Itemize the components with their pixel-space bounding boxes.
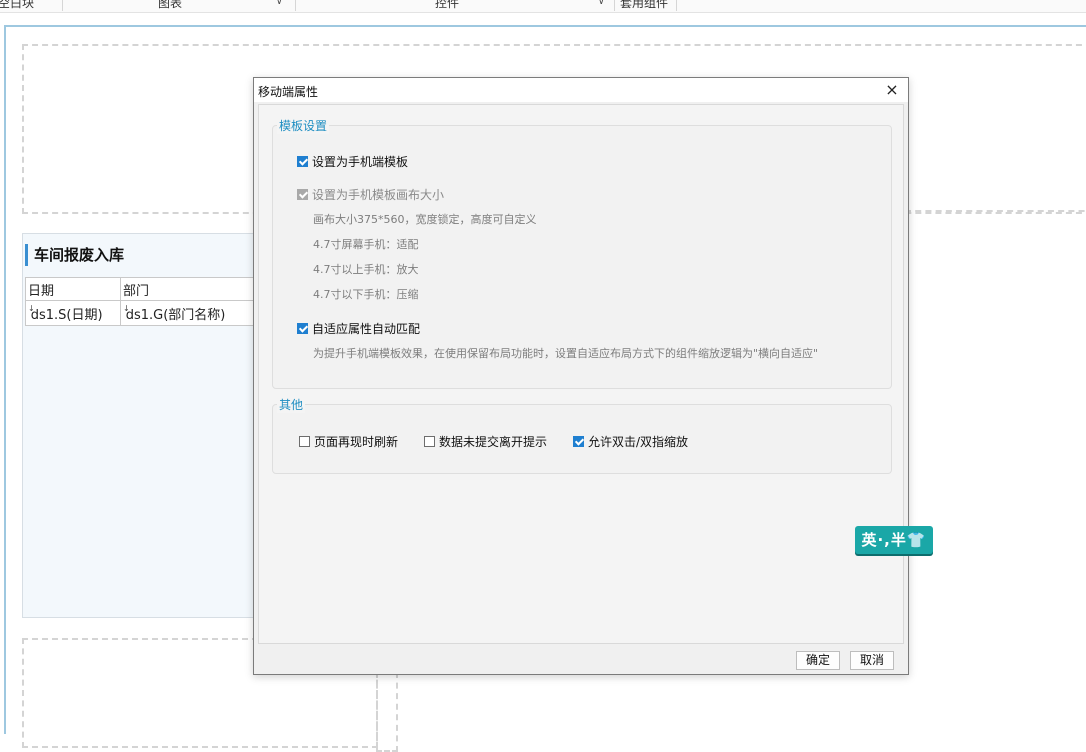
table-header-cell[interactable]: 日期 [25,277,121,301]
table-cell[interactable]: ↓ds1.G(部门名称) [120,300,254,326]
mobile-properties-dialog: 移动端属性 × 模板设置 设置为手机端模板 设置为手机模板画布大小 画布大小37… [253,77,909,675]
screen-desc-3: 4.7寸以下手机：压缩 [313,288,419,301]
ime-status-badge[interactable]: 英·,半👕 [855,526,933,554]
component-toolbar: 空白块 图表 ∨ 控件 ∨ 套用组件 [0,0,1086,13]
dialog-titlebar[interactable]: 移动端属性 × [254,78,908,102]
ok-button[interactable]: 确定 [796,651,840,670]
checkbox-unchecked-icon[interactable] [299,436,310,447]
table-cell-text: ds1.G(部门名称) [125,307,226,323]
table-cell-text: ds1.S(日期) [30,307,103,323]
option-label: 设置为手机端模板 [312,155,409,169]
expand-down-icon: ↓ [28,303,35,313]
dialog-body: 模板设置 设置为手机端模板 设置为手机模板画布大小 画布大小375*560，宽度… [258,104,904,644]
expand-down-icon: ↓ [123,303,130,313]
checkbox-checked-icon[interactable] [297,323,308,334]
toolbar-apply-component[interactable]: 套用组件 [620,0,668,11]
option-mobile-template[interactable]: 设置为手机端模板 [297,153,408,170]
checkbox-checked-icon[interactable] [297,156,308,167]
option-adaptive-match[interactable]: 自适应属性自动匹配 [297,320,420,337]
option-label: 页面再现时刷新 [314,435,399,449]
toolbar-chart[interactable]: 图表 [158,0,182,11]
report-widget[interactable]: 车间报废入库 日期 部门 ↓ds1.S(日期) ↓ds1.G(部门名称) [22,233,262,618]
screen-desc-2: 4.7寸以上手机：放大 [313,263,419,276]
option-label: 允许双击/双指缩放 [588,435,689,449]
group-label: 模板设置 [277,117,330,134]
screen-desc-1: 4.7寸屏幕手机：适配 [313,238,419,251]
checkbox-checked-icon[interactable] [573,436,584,447]
report-table[interactable]: 日期 部门 ↓ds1.S(日期) ↓ds1.G(部门名称) [25,277,254,326]
option-label: 数据未提交离开提示 [439,435,548,449]
close-icon[interactable]: × [882,80,902,100]
toolbar-widget[interactable]: 控件 [435,0,459,11]
cancel-button[interactable]: 取消 [850,651,894,670]
checkbox-unchecked-icon[interactable] [424,436,435,447]
toolbar-separator [676,0,677,11]
canvas-size-desc: 画布大小375*560，宽度锁定，高度可自定义 [313,213,537,226]
placeholder-block-bottom-mid[interactable] [376,672,398,752]
table-cell[interactable]: ↓ds1.S(日期) [25,300,121,326]
option-mobile-canvas-size: 设置为手机模板画布大小 [297,186,444,203]
other-settings-group: 其他 页面再现时刷新 数据未提交离开提示 允许双击/双指缩放 [272,396,892,474]
checkbox-disabled-icon [297,189,308,200]
toolbar-separator [62,0,63,11]
option-unsubmitted-warning[interactable]: 数据未提交离开提示 [424,433,547,450]
chevron-down-icon[interactable]: ∨ [598,0,605,7]
group-label: 其他 [277,396,306,413]
dialog-title: 移动端属性 [258,85,319,99]
table-header-cell[interactable]: 部门 [120,277,254,301]
toolbar-separator [614,0,615,11]
adaptive-desc: 为提升手机端模板效果，在使用保留布局功能时，设置自适应布局方式下的组件缩放逻辑为… [313,347,819,360]
template-settings-group: 模板设置 设置为手机端模板 设置为手机模板画布大小 画布大小375*560，宽度… [272,117,892,389]
option-label: 设置为手机模板画布大小 [312,188,445,202]
option-refresh-on-show[interactable]: 页面再现时刷新 [299,433,398,450]
toolbar-separator [295,0,296,11]
option-label: 自适应属性自动匹配 [312,322,421,336]
chevron-down-icon[interactable]: ∨ [276,0,283,7]
report-title: 车间报废入库 [25,244,124,266]
option-allow-zoom[interactable]: 允许双击/双指缩放 [573,433,688,450]
placeholder-block-right[interactable] [905,210,1086,236]
toolbar-blank-block[interactable]: 空白块 [0,0,34,11]
